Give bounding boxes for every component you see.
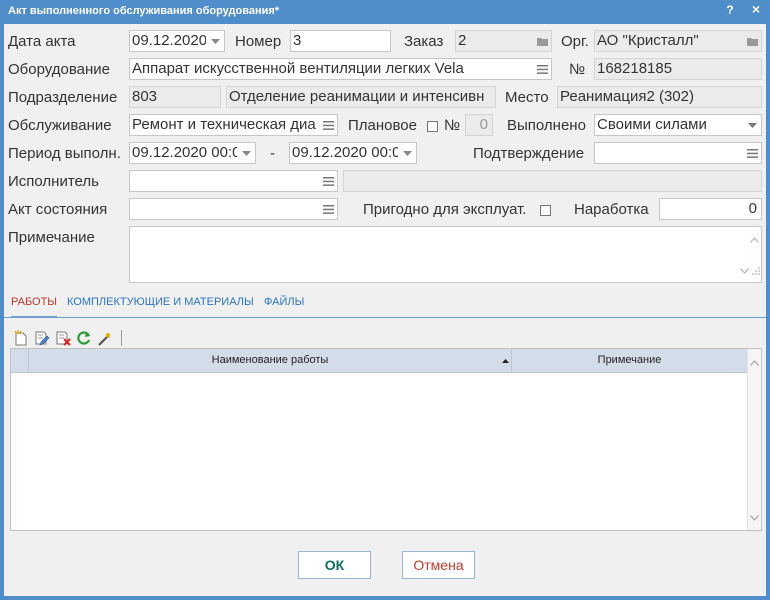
dialog-window: Акт выполненного обслуживания оборудован… bbox=[0, 0, 770, 600]
list-icon[interactable] bbox=[320, 116, 336, 134]
place-label: Место bbox=[505, 89, 549, 106]
planned-no-label: № bbox=[444, 117, 461, 134]
scroll-up-icon[interactable] bbox=[750, 229, 759, 249]
list-icon[interactable] bbox=[744, 144, 760, 162]
department-label: Подразделение bbox=[8, 89, 118, 106]
scroll-down-icon[interactable] bbox=[750, 508, 759, 526]
order-label: Заказ bbox=[404, 33, 444, 50]
tab-bar: РАБОТЫ КОМПЛЕКТУЮЩИЕ И МАТЕРИАЛЫ ФАЙЛЫ bbox=[4, 288, 766, 318]
performed-select[interactable]: Своими силами bbox=[594, 114, 762, 136]
column-header-note[interactable]: Примечание bbox=[512, 349, 747, 373]
refresh-icon[interactable] bbox=[75, 329, 93, 347]
org-label: Орг. bbox=[561, 33, 589, 50]
planned-label: Плановое bbox=[348, 117, 417, 134]
place-field: Реанимация2 (302) bbox=[557, 86, 762, 108]
row-selector-header bbox=[11, 349, 29, 373]
number-field[interactable]: 3 bbox=[290, 30, 391, 52]
works-toolbar bbox=[12, 328, 122, 348]
equipment-field[interactable]: Аппарат искусственной вентиляции легких … bbox=[129, 58, 552, 80]
list-icon[interactable] bbox=[320, 200, 336, 218]
number-label: Номер bbox=[235, 33, 282, 50]
column-header-label: Примечание bbox=[597, 354, 662, 366]
edit-icon[interactable] bbox=[33, 329, 51, 347]
titlebar: Акт выполненного обслуживания оборудован… bbox=[0, 0, 770, 24]
works-grid[interactable]: Наименование работы Примечание bbox=[10, 348, 762, 531]
column-header-label: Наименование работы bbox=[211, 354, 329, 366]
tab-components[interactable]: КОМПЛЕКТУЮЩИЕ И МАТЕРИАЛЫ bbox=[67, 296, 254, 308]
performed-label: Выполнено bbox=[507, 117, 586, 134]
folder-icon[interactable] bbox=[744, 32, 760, 50]
scroll-down-icon[interactable] bbox=[740, 260, 749, 280]
chevron-down-icon[interactable] bbox=[238, 144, 254, 162]
chevron-down-icon[interactable] bbox=[207, 32, 223, 50]
act-date-label: Дата акта bbox=[8, 33, 76, 50]
delete-icon[interactable] bbox=[54, 329, 72, 347]
new-icon[interactable] bbox=[12, 329, 30, 347]
cancel-button[interactable]: Отмена bbox=[402, 551, 475, 579]
note-label: Примечание bbox=[8, 229, 95, 246]
executor-label: Исполнитель bbox=[8, 173, 99, 190]
confirmation-field[interactable] bbox=[594, 142, 762, 164]
chevron-down-icon[interactable] bbox=[399, 144, 415, 162]
equipment-label: Оборудование bbox=[8, 61, 111, 78]
order-field[interactable]: 2 bbox=[455, 30, 552, 52]
window-title: Акт выполненного обслуживания оборудован… bbox=[8, 5, 280, 17]
state-act-label: Акт состояния bbox=[8, 201, 108, 218]
tab-files[interactable]: ФАЙЛЫ bbox=[264, 296, 304, 308]
serial-no-field: 168218185 bbox=[594, 58, 762, 80]
executor-field[interactable] bbox=[129, 170, 338, 192]
planned-checkbox[interactable] bbox=[427, 121, 438, 132]
period-from-field[interactable]: 09.12.2020 00:0 bbox=[129, 142, 256, 164]
period-dash: - bbox=[270, 145, 275, 162]
note-textarea[interactable] bbox=[129, 226, 762, 283]
operating-time-field[interactable]: 0 bbox=[659, 198, 762, 220]
planned-no-field: 0 bbox=[465, 114, 493, 136]
wand-icon[interactable] bbox=[96, 329, 114, 347]
department-name-field: Отделение реанимации и интенсивн bbox=[226, 86, 496, 108]
confirmation-label: Подтверждение bbox=[473, 145, 585, 162]
list-icon[interactable] bbox=[534, 60, 550, 78]
org-field[interactable]: АО "Кристалл" bbox=[594, 30, 762, 52]
act-date-field[interactable]: 09.12.2020 bbox=[129, 30, 225, 52]
dialog-body: Дата акта 09.12.2020 Номер 3 Заказ 2 Орг… bbox=[4, 24, 766, 596]
tab-works[interactable]: РАБОТЫ bbox=[11, 296, 58, 318]
executor-info-field bbox=[343, 170, 762, 192]
fit-checkbox[interactable] bbox=[540, 205, 551, 216]
service-label: Обслуживание bbox=[8, 117, 112, 134]
folder-icon[interactable] bbox=[534, 32, 550, 50]
chevron-down-icon[interactable] bbox=[744, 116, 760, 134]
sort-icon bbox=[502, 349, 509, 371]
period-to-field[interactable]: 09.12.2020 00:0 bbox=[289, 142, 417, 164]
column-header-work-name[interactable]: Наименование работы bbox=[29, 349, 512, 373]
ok-button[interactable]: ОК bbox=[298, 551, 371, 579]
department-code-field: 803 bbox=[129, 86, 221, 108]
serial-no-label: № bbox=[569, 61, 586, 78]
service-field[interactable]: Ремонт и техническая диа bbox=[129, 114, 338, 136]
state-act-field[interactable] bbox=[129, 198, 338, 220]
resize-grip-icon[interactable] bbox=[752, 261, 760, 281]
toolbar-separator bbox=[121, 330, 122, 346]
period-label: Период выполн. bbox=[8, 145, 121, 162]
help-button[interactable]: ? bbox=[722, 3, 738, 17]
grid-scrollbar[interactable] bbox=[747, 349, 761, 530]
close-button[interactable]: × bbox=[748, 1, 764, 17]
scroll-up-icon[interactable] bbox=[750, 353, 759, 371]
fit-label: Пригодно для эксплуат. bbox=[363, 201, 527, 218]
list-icon[interactable] bbox=[320, 172, 336, 190]
operating-time-label: Наработка bbox=[574, 201, 649, 218]
